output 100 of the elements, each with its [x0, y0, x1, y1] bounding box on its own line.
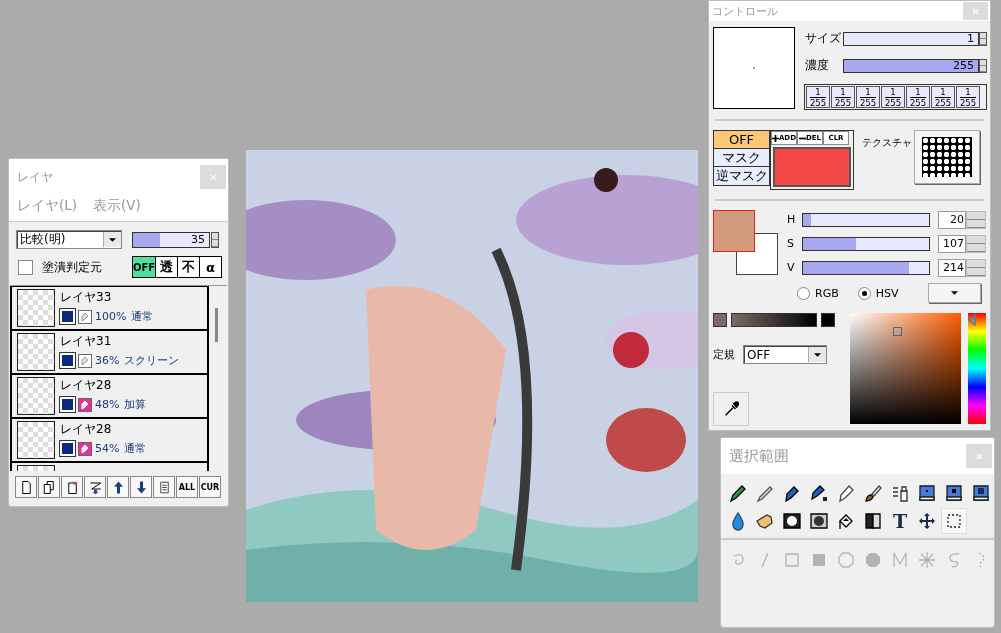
color-swatch[interactable] — [713, 313, 727, 327]
spinner[interactable] — [966, 258, 986, 277]
zigzag-icon — [890, 550, 910, 570]
layer-opacity: 36% — [95, 354, 120, 367]
spray-icon — [890, 483, 910, 503]
channel-slider[interactable] — [802, 212, 930, 227]
mode-button[interactable]: OFF — [133, 257, 155, 277]
close-icon — [208, 172, 218, 182]
spinner[interactable] — [979, 58, 987, 73]
layer-row[interactable]: レイヤ28 48% 加算 — [10, 374, 209, 418]
caret-icon — [109, 237, 116, 242]
slider-label: 濃度 — [805, 57, 830, 74]
mask-mode-button[interactable]: 逆マスク — [714, 167, 769, 185]
mask-color-swatch[interactable] — [773, 147, 851, 187]
hue-bar[interactable] — [968, 313, 986, 424]
mask-mode-button[interactable]: マスク — [714, 149, 769, 167]
marker-icon — [836, 483, 856, 503]
layer-tool-button[interactable] — [61, 476, 83, 498]
channel-value-field[interactable]: 107 — [938, 234, 966, 253]
radio-button[interactable] — [797, 286, 810, 300]
preset-button[interactable]: 1 255 — [806, 86, 830, 108]
square-icon[interactable] — [60, 353, 75, 368]
pen-icon — [809, 483, 829, 503]
window-title: レイヤ — [17, 168, 53, 186]
preset-button[interactable]: 1 255 — [906, 86, 930, 108]
spinner[interactable] — [979, 31, 987, 46]
layer-button[interactable]: ALL — [176, 476, 198, 498]
checkbox[interactable] — [18, 259, 33, 275]
layer-tool-button[interactable] — [107, 476, 129, 498]
square-icon[interactable] — [60, 397, 75, 412]
spinner[interactable] — [211, 231, 219, 248]
square-icon[interactable] — [60, 441, 75, 456]
channel-slider[interactable] — [802, 260, 930, 275]
blend-mode-dropdown[interactable]: 比較(明) — [16, 230, 122, 249]
effect-icon[interactable] — [78, 309, 92, 324]
square-icon[interactable] — [60, 309, 75, 324]
radio-label: RGB — [815, 286, 839, 300]
preset-button[interactable]: 1 255 — [856, 86, 880, 108]
mode-button[interactable]: 透 — [155, 257, 177, 277]
pencil-icon — [728, 483, 748, 503]
pages-icon — [41, 479, 57, 495]
tool-button[interactable] — [941, 508, 967, 534]
radio-button[interactable] — [857, 286, 871, 300]
channel-label: S — [787, 237, 795, 250]
layer-row[interactable]: レイヤ31 36% スクリーン — [10, 330, 209, 374]
color-swatch[interactable] — [821, 313, 835, 327]
layer-row[interactable]: レイヤ28 54% 通常 — [10, 418, 209, 462]
preset-button[interactable]: 1 255 — [956, 86, 980, 108]
hue-marker[interactable] — [968, 313, 976, 326]
preset-button[interactable]: 1 255 — [831, 86, 855, 108]
effect-icon[interactable] — [78, 441, 92, 456]
opacity-slider[interactable]: 35 — [132, 231, 210, 248]
channel-value-field[interactable]: 20 — [938, 210, 966, 229]
gradient-icon — [863, 511, 883, 531]
brush-icon — [863, 483, 883, 503]
color-picker-square[interactable] — [850, 313, 961, 424]
layer-thumbnail — [17, 289, 55, 327]
layer-opacity: 48% — [95, 398, 120, 411]
dashed-square-icon — [944, 511, 964, 531]
layer-thumbnail — [17, 377, 55, 415]
layer-row[interactable]: レイヤ33 100% 通常 — [10, 286, 209, 330]
channel-slider[interactable] — [802, 236, 930, 251]
square-icon — [782, 550, 802, 570]
layer-name: レイヤ31 — [60, 333, 113, 350]
radio-label: HSV — [875, 286, 899, 300]
layer-tool-button[interactable] — [15, 476, 37, 498]
close-icon — [971, 6, 980, 16]
effect-icon[interactable] — [78, 397, 92, 412]
layer-tool-button[interactable] — [130, 476, 152, 498]
layer-blend-mode: 加算 — [124, 397, 147, 412]
mode-button[interactable]: α — [199, 257, 221, 277]
gradient-bar[interactable] — [731, 313, 817, 327]
move-icon — [917, 511, 937, 531]
layer-button[interactable]: CUR — [199, 476, 221, 498]
spinner[interactable] — [966, 234, 986, 253]
layer-name: レイヤ33 — [60, 289, 113, 306]
tool-button[interactable]: T — [887, 508, 913, 534]
mode-button[interactable]: 不 — [177, 257, 199, 277]
picker-marker[interactable] — [892, 326, 902, 336]
channel-label: V — [787, 261, 796, 274]
preset-button[interactable]: 1 255 — [881, 86, 905, 108]
ruler-label: 定規 — [713, 347, 735, 362]
texture-button[interactable] — [914, 130, 980, 184]
layer-thumbnail — [17, 333, 55, 371]
eyedropper-button[interactable] — [713, 392, 749, 426]
ruler-dropdown[interactable]: OFF — [743, 345, 827, 364]
layer-tool-button[interactable] — [38, 476, 60, 498]
layer-name: レイヤ28 — [60, 377, 113, 394]
square-icon — [944, 483, 964, 503]
density-slider[interactable]: 255 — [843, 58, 979, 73]
color-swatch-drawing[interactable] — [713, 210, 779, 276]
channel-value-field[interactable]: 214 — [938, 258, 966, 277]
spinner[interactable] — [966, 210, 986, 229]
size-slider[interactable]: 1 — [843, 31, 979, 46]
preset-button[interactable]: 1 255 — [931, 86, 955, 108]
layer-tool-button[interactable] — [84, 476, 106, 498]
square-icon — [971, 483, 991, 503]
texture-label: テクスチャ — [862, 136, 913, 150]
mask-mode-button[interactable]: OFF — [714, 131, 769, 149]
effect-icon[interactable] — [78, 353, 92, 368]
